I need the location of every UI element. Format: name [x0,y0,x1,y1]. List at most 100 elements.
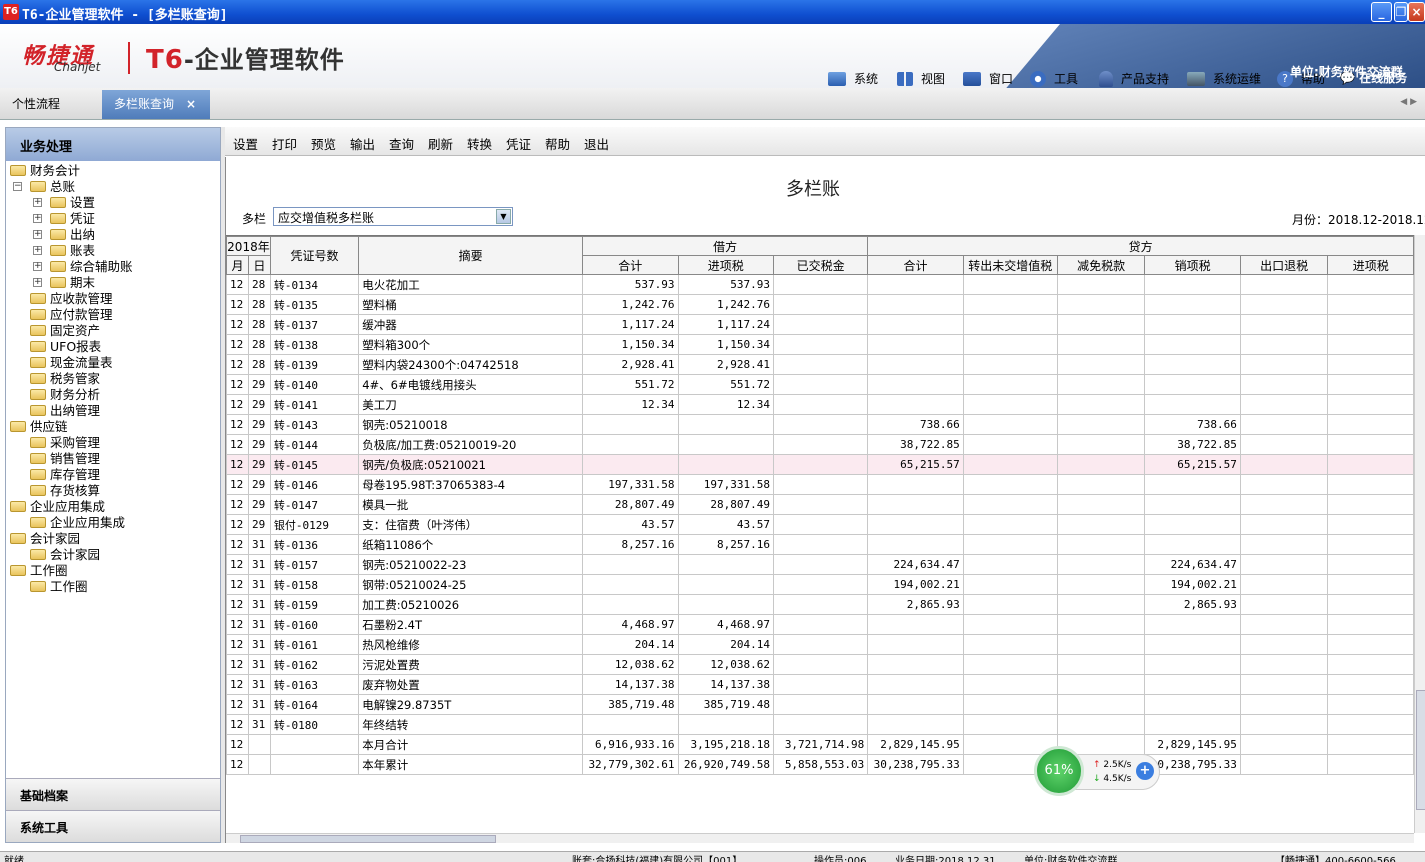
table-row[interactable]: 12 29 转-0141 美工刀 12.34 12.34 [226,394,1414,415]
tb-export-button[interactable]: 输出 [350,134,375,153]
tb-voucher-button[interactable]: 凭证 [506,134,531,153]
tree-item[interactable]: + 期末 [6,275,220,291]
expand-icon[interactable]: + [33,262,42,271]
expand-icon[interactable]: + [33,214,42,223]
table-row[interactable]: 12 本年累计 32,779,302.61 26,920,749.58 5,858,55… [226,754,1414,775]
table-row[interactable]: 12 28 转-0138 塑料箱300个 1,150.34 1,150.34 [226,334,1414,355]
tree-item[interactable]: 现金流量表 [6,355,220,371]
close-button[interactable]: × [1408,2,1425,22]
table-row[interactable]: 12 31 转-0161 热风枪维修 204.14 204.14 [226,634,1414,655]
tb-convert-button[interactable]: 转换 [467,134,492,153]
close-tab-icon[interactable]: × [186,97,196,111]
chevron-down-icon[interactable]: ▼ [496,209,511,224]
table-row[interactable]: 12 28 转-0139 塑料内袋24300个:04742518 2,928.41 2,9… [226,354,1414,375]
expand-icon[interactable]: + [33,278,42,287]
sidebar-system-tools[interactable]: 系统工具 [6,810,220,842]
tree-item[interactable]: 采购管理 [6,435,220,451]
tree-item[interactable]: 固定资产 [6,323,220,339]
table-row[interactable]: 12 31 转-0163 废弃物处置 14,137.38 14,137.38 [226,674,1414,695]
plus-icon[interactable]: + [1136,762,1154,780]
table-row[interactable]: 12 本月合计 6,916,933.16 3,195,218.18 3,721,714.… [226,734,1414,755]
table-row[interactable]: 12 29 转-0140 4#、6#电镀线用接头 551.72 551.72 [226,374,1414,395]
sidebar-basic-archive[interactable]: 基础档案 [6,778,220,810]
table-row[interactable]: 12 31 转-0159 加工费:05210026 2,865.93 2,865.93 [226,594,1414,615]
tb-refresh-button[interactable]: 刷新 [428,134,453,153]
tree-item[interactable]: 库存管理 [6,467,220,483]
tree-item[interactable]: 企业应用集成 [6,515,220,531]
menu-view[interactable]: 视图 [897,70,945,87]
tree-item[interactable]: 出纳管理 [6,403,220,419]
tree-item[interactable]: 存货核算 [6,483,220,499]
menu-ops[interactable]: 系统运维 [1187,70,1261,87]
tb-print-button[interactable]: 打印 [272,134,297,153]
cell-amount [772,574,869,595]
cell-amount: 551.72 [582,374,679,395]
table-row[interactable]: 12 31 转-0157 钢壳:05210022-23 224,634.47 224,63… [226,554,1414,575]
tab-scroll-arrows[interactable]: ◀ ▶ [1400,97,1417,107]
tree-item[interactable]: + 出纳 [6,227,220,243]
tb-preview-button[interactable]: 预览 [311,134,336,153]
scroll-thumb[interactable] [1416,690,1425,810]
tb-exit-button[interactable]: 退出 [584,134,609,153]
account-dropdown[interactable]: 应交增值税多栏账 ▼ [273,207,513,226]
table-row[interactable]: 12 31 转-0160 石墨粉2.4T 4,468.97 4,468.97 [226,614,1414,635]
tree-item[interactable]: 会计家园 [6,531,220,547]
menu-window[interactable]: 窗口 [963,70,1013,87]
vertical-scrollbar[interactable] [1414,235,1425,833]
table-row[interactable]: 12 29 转-0144 负极底/加工费:05210019-20 38,722.85 38… [226,434,1414,455]
tab-multicol-query[interactable]: 多栏账查询 × [102,90,210,119]
tree-item[interactable]: + 凭证 [6,211,220,227]
collapse-icon[interactable]: − [13,182,22,191]
tree-item[interactable]: + 设置 [6,195,220,211]
horizontal-scrollbar[interactable] [226,833,1414,843]
tree-item[interactable]: 企业应用集成 [6,499,220,515]
tb-settings-button[interactable]: 设置 [233,134,258,153]
tb-query-button[interactable]: 查询 [389,134,414,153]
table-row[interactable]: 12 29 转-0147 模具一批 28,807.49 28,807.49 [226,494,1414,515]
table-row[interactable]: 12 28 转-0134 电火花加工 537.93 537.93 [226,274,1414,295]
tree-item[interactable]: + 综合辅助账 [6,259,220,275]
network-speed-widget[interactable]: ↑ 2.5K/s ↓ 4.5K/s 61% + [1034,746,1162,796]
tree-item[interactable]: 会计家园 [6,547,220,563]
folder-icon [10,533,26,544]
tree-item[interactable]: 财务会计 [6,163,220,179]
tab-personal-flow[interactable]: 个性流程 [0,90,72,119]
table-row[interactable]: 12 31 转-0136 纸箱11086个 8,257.16 8,257.16 [226,534,1414,555]
tree-item[interactable]: 税务管家 [6,371,220,387]
table-row[interactable]: 12 31 转-0164 电解镍29.8735T 385,719.48 385,719.4… [226,694,1414,715]
expand-icon[interactable]: + [33,246,42,255]
tree-item[interactable]: 工作圈 [6,579,220,595]
expand-icon[interactable]: + [33,230,42,239]
sidebar-header[interactable]: 业务处理 [6,128,220,161]
menu-system[interactable]: 系统 [828,70,878,87]
tree-item[interactable]: 财务分析 [6,387,220,403]
menu-support[interactable]: 产品支持 [1099,70,1169,87]
table-row[interactable]: 12 29 转-0146 母卷195.98T:37065383-4 197,331.58… [226,474,1414,495]
restore-button[interactable]: ❐ [1394,2,1408,22]
scroll-thumb[interactable] [240,835,496,843]
tree-item[interactable]: 应付款管理 [6,307,220,323]
cell-amount: 194,002.21 [867,574,964,595]
cell-day: 29 [247,514,271,535]
tree-item[interactable]: 应收款管理 [6,291,220,307]
table-row[interactable]: 12 28 转-0137 缓冲器 1,117.24 1,117.24 [226,314,1414,335]
table-row[interactable]: 12 29 转-0143 钢壳:05210018 738.66 738.66 [226,414,1414,435]
cell-amount [962,554,1058,575]
menu-tools[interactable]: 工具 [1030,70,1078,87]
tree-item[interactable]: − 总账 [6,179,220,195]
minimize-button[interactable]: _ [1371,2,1392,22]
tree-item[interactable]: 供应链 [6,419,220,435]
expand-icon[interactable]: + [33,198,42,207]
tree-item[interactable]: 工作圈 [6,563,220,579]
table-row[interactable]: 12 31 转-0162 污泥处置费 12,038.62 12,038.62 [226,654,1414,675]
cell-amount: 197,331.58 [677,474,775,495]
table-row[interactable]: 12 31 转-0158 钢带:05210024-25 194,002.21 194,00… [226,574,1414,595]
table-row[interactable]: 12 31 转-0180 年终结转 [226,714,1414,735]
tree-item[interactable]: 销售管理 [6,451,220,467]
table-row[interactable]: 12 29 转-0145 钢壳/负极底:05210021 65,215.57 65,215… [226,454,1414,475]
tree-item[interactable]: + 账表 [6,243,220,259]
table-row[interactable]: 12 29 银付-0129 支：住宿费（叶涔伟） 43.57 43.57 [226,514,1414,535]
tree-item[interactable]: UFO报表 [6,339,220,355]
tb-help-button[interactable]: 帮助 [545,134,570,153]
table-row[interactable]: 12 28 转-0135 塑料桶 1,242.76 1,242.76 [226,294,1414,315]
